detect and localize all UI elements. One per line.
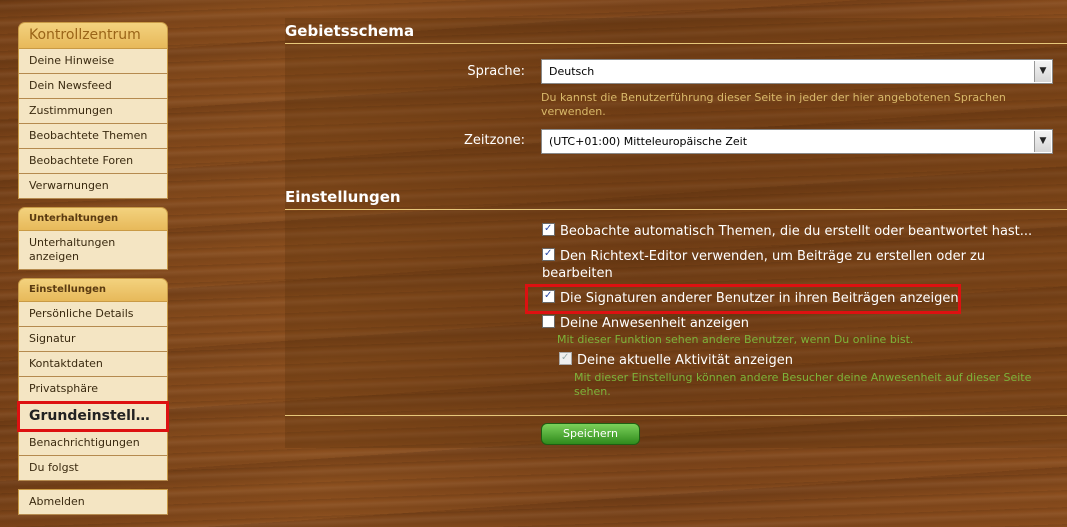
checkbox-richtext-editor[interactable]: [542, 248, 555, 261]
option-show-presence-hint: Mit dieser Funktion sehen andere Benutze…: [557, 333, 914, 346]
sidebar-item-personal-details[interactable]: Persönliche Details: [18, 302, 168, 327]
sidebar-item-watched-threads[interactable]: Beobachtete Themen: [18, 124, 168, 149]
logout-link[interactable]: Abmelden: [18, 489, 168, 515]
settings-header: Einstellungen: [18, 278, 168, 302]
logout-group: Abmelden: [18, 489, 168, 515]
sidebar-item-watched-forums[interactable]: Beobachtete Foren: [18, 149, 168, 174]
sidebar: Kontrollzentrum Deine Hinweise Dein News…: [17, 22, 169, 523]
checkbox-show-presence[interactable]: [542, 315, 555, 328]
sidebar-item-newsfeed[interactable]: Dein Newsfeed: [18, 74, 168, 99]
option-auto-watch-label: Beobachte automatisch Themen, die du ers…: [560, 224, 1033, 239]
option-show-activity-hint: Mit dieser Einstellung können andere Bes…: [574, 371, 1032, 398]
language-select-value: Deutsch: [549, 65, 595, 78]
language-hint: Du kannst die Benutzerführung dieser Sei…: [541, 91, 1006, 118]
sidebar-item-privacy[interactable]: Privatsphäre: [18, 377, 168, 402]
checkbox-show-activity[interactable]: [559, 352, 572, 365]
option-richtext-editor-label: Den Richtext-Editor verwenden, um Beiträ…: [542, 249, 986, 281]
sidebar-item-signature[interactable]: Signatur: [18, 327, 168, 352]
chevron-down-icon[interactable]: ▼: [1034, 61, 1051, 82]
timezone-select-value: (UTC+01:00) Mitteleuropäische Zeit: [549, 135, 748, 148]
sidebar-item-zustimmungen[interactable]: Zustimmungen: [18, 99, 168, 124]
settings-section-title: Einstellungen: [285, 188, 1067, 210]
option-show-presence-label: Deine Anwesenheit anzeigen: [560, 316, 749, 331]
sidebar-item-preferences[interactable]: Grundeinstellun...: [17, 401, 169, 432]
form-divider: [285, 415, 1067, 416]
sidebar-item-following[interactable]: Du folgst: [18, 456, 168, 481]
option-show-signatures[interactable]: Die Signaturen anderer Benutzer in ihren…: [542, 290, 962, 307]
sidebar-item-warnings[interactable]: Verwarnungen: [18, 174, 168, 199]
settings-group: Einstellungen Persönliche Details Signat…: [17, 278, 169, 481]
checkbox-show-signatures[interactable]: [542, 290, 555, 303]
sidebar-item-notifications[interactable]: Benachrichtigungen: [18, 431, 168, 456]
option-show-signatures-label: Die Signaturen anderer Benutzer in ihren…: [560, 291, 959, 306]
option-auto-watch[interactable]: Beobachte automatisch Themen, die du ers…: [542, 223, 1052, 240]
sidebar-item-show-conversations[interactable]: Unterhaltungen anzeigen: [18, 231, 168, 270]
control-center-group: Kontrollzentrum Deine Hinweise Dein News…: [18, 22, 168, 199]
sidebar-item-hinweise[interactable]: Deine Hinweise: [18, 49, 168, 74]
sidebar-item-contact-details[interactable]: Kontaktdaten: [18, 352, 168, 377]
option-richtext-editor[interactable]: Den Richtext-Editor verwenden, um Beiträ…: [542, 248, 1012, 282]
language-select[interactable]: Deutsch ▼: [541, 59, 1053, 84]
timezone-select[interactable]: (UTC+01:00) Mitteleuropäische Zeit ▼: [541, 129, 1053, 154]
control-center-header[interactable]: Kontrollzentrum: [18, 22, 168, 49]
checkbox-auto-watch[interactable]: [542, 223, 555, 236]
locale-section-title: Gebietsschema: [285, 22, 1067, 44]
timezone-label: Zeitzone:: [463, 133, 525, 148]
option-show-presence[interactable]: Deine Anwesenheit anzeigen: [542, 315, 1042, 332]
save-button[interactable]: Speichern: [541, 423, 640, 445]
conversations-group: Unterhaltungen Unterhaltungen anzeigen: [18, 207, 168, 270]
chevron-down-icon[interactable]: ▼: [1034, 131, 1051, 152]
conversations-header: Unterhaltungen: [18, 207, 168, 231]
option-show-activity[interactable]: Deine aktuelle Aktivität anzeigen: [559, 352, 1039, 369]
language-label: Sprache:: [467, 64, 525, 79]
option-show-activity-label: Deine aktuelle Aktivität anzeigen: [577, 353, 794, 368]
